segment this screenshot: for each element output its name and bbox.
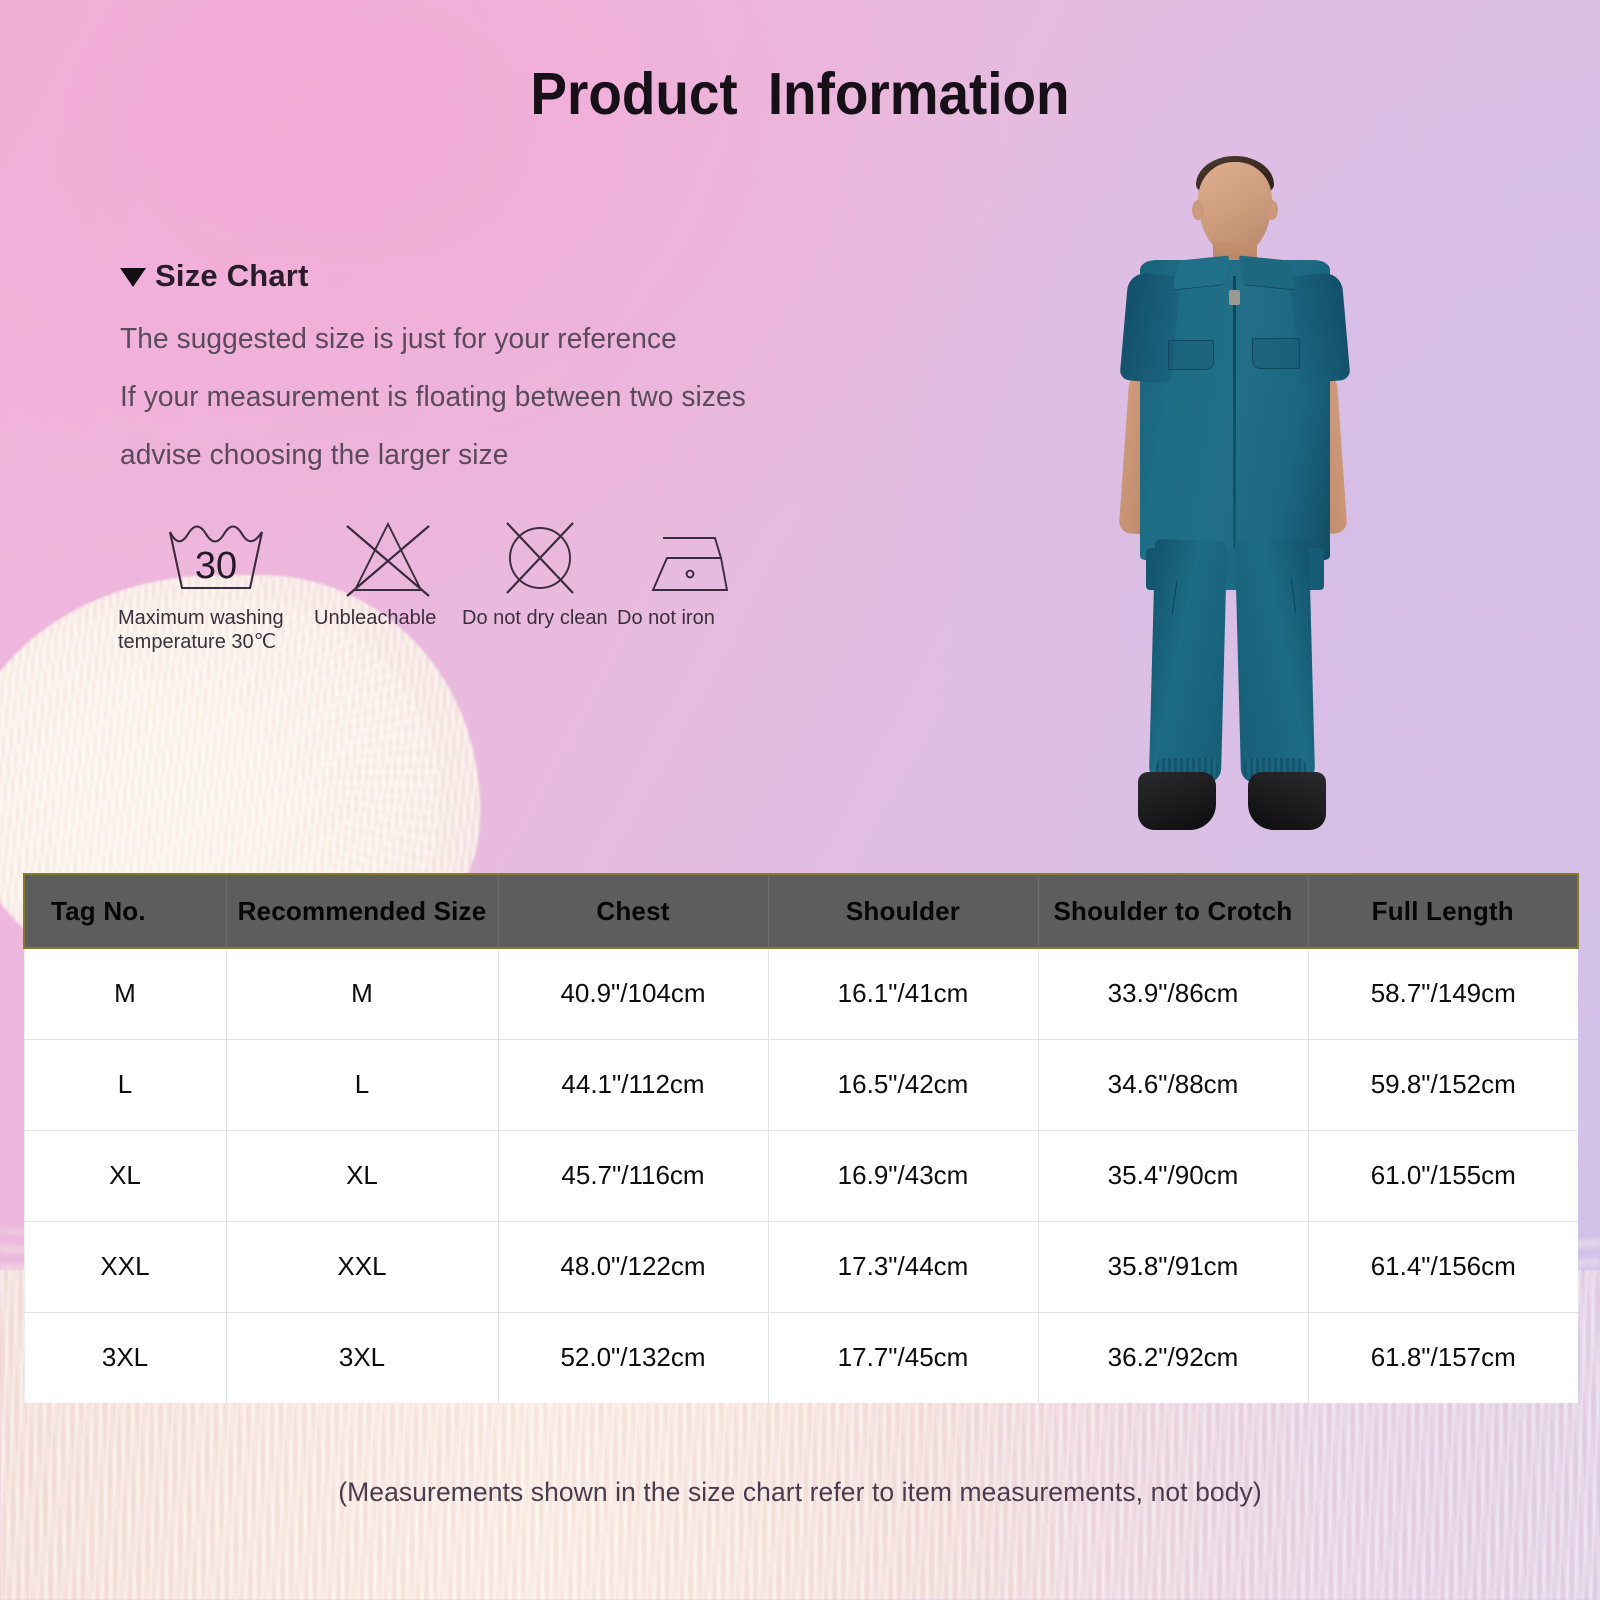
garment-chest-pocket-left (1168, 340, 1214, 370)
table-row: XL XL 45.7"/116cm 16.9"/43cm 35.4"/90cm … (23, 1130, 1578, 1222)
cell-tag-no: XXL (23, 1221, 227, 1313)
cell-shoulder: 16.5"/42cm (768, 1039, 1039, 1131)
garment-collar-right (1238, 255, 1296, 291)
cell-shoulder-to-crotch: 33.9"/86cm (1038, 948, 1309, 1040)
care-instructions-group: 30 Maximum washing temperature 30℃ Unble… (118, 508, 767, 655)
model-ear-left (1192, 200, 1204, 220)
care-item-bleach: Unbleachable (314, 508, 462, 630)
cell-shoulder-to-crotch: 35.8"/91cm (1038, 1221, 1309, 1313)
cell-recommended-size: M (226, 948, 499, 1040)
no-iron-icon (617, 508, 767, 600)
cell-full-length: 58.7"/149cm (1308, 948, 1578, 1040)
wash-temp-value: 30 (195, 545, 237, 587)
column-header-shoulder: Shoulder (768, 873, 1039, 949)
cell-recommended-size: L (226, 1039, 499, 1131)
table-row: L L 44.1"/112cm 16.5"/42cm 34.6"/88cm 59… (23, 1039, 1578, 1131)
no-bleach-icon (314, 508, 462, 600)
care-item-dryclean: Do not dry clean (462, 508, 617, 630)
size-note-2: If your measurement is floating between … (120, 381, 746, 413)
garment-collar-left (1172, 255, 1230, 291)
no-dry-clean-icon (462, 508, 617, 600)
care-label-bleach: Unbleachable (314, 607, 437, 629)
table-row: XXL XXL 48.0"/122cm 17.3"/44cm 35.8"/91c… (23, 1221, 1578, 1313)
model-ear-right (1266, 200, 1278, 220)
cell-tag-no: 3XL (23, 1312, 227, 1403)
size-chart-section: Size Chart The suggested size is just fo… (120, 258, 880, 472)
page-title: Product Information (530, 61, 1070, 127)
column-header-chest: Chest (498, 873, 769, 949)
cell-chest: 40.9"/104cm (498, 948, 769, 1040)
garment-zipper-pull (1229, 290, 1240, 305)
cell-recommended-size: XXL (226, 1221, 499, 1313)
product-model-image (1080, 150, 1390, 840)
care-label-iron: Do not iron (617, 607, 715, 629)
model-boot-left (1138, 772, 1216, 830)
garment-zipper (1233, 276, 1236, 560)
model-head (1198, 162, 1272, 254)
table-row: M M 40.9"/104cm 16.1"/41cm 33.9"/86cm 58… (23, 948, 1578, 1040)
size-note-1: The suggested size is just for your refe… (120, 323, 677, 355)
column-header-tag-no: Tag No. (23, 873, 227, 949)
cell-chest: 48.0"/122cm (498, 1221, 769, 1313)
cell-chest: 45.7"/116cm (498, 1130, 769, 1222)
size-chart-heading: Size Chart (120, 258, 880, 294)
cell-shoulder: 17.7"/45cm (768, 1312, 1039, 1403)
size-chart-heading-label: Size Chart (155, 258, 309, 293)
cell-tag-no: L (23, 1039, 227, 1131)
model-boot-right (1248, 772, 1326, 830)
garment-leg-right (1234, 539, 1316, 783)
care-label-dryclean: Do not dry clean (462, 607, 608, 629)
cell-shoulder: 16.9"/43cm (768, 1130, 1039, 1222)
garment-thigh-pocket-left (1171, 580, 1199, 618)
cell-shoulder-to-crotch: 34.6"/88cm (1038, 1039, 1309, 1131)
size-note-3: advise choosing the larger size (120, 439, 509, 471)
table-row: 3XL 3XL 52.0"/132cm 17.7"/45cm 36.2"/92c… (23, 1312, 1578, 1403)
cell-shoulder-to-crotch: 36.2"/92cm (1038, 1312, 1309, 1403)
garment-thigh-pocket-right (1269, 578, 1297, 616)
garment-chest-pocket-right (1252, 338, 1300, 369)
cell-full-length: 59.8"/152cm (1308, 1039, 1578, 1131)
triangle-down-icon (120, 268, 146, 287)
size-chart-table: Tag No. Recommended Size Chest Shoulder … (23, 873, 1579, 1403)
care-item-wash: 30 Maximum washing temperature 30℃ (118, 508, 314, 655)
cell-tag-no: M (23, 948, 227, 1040)
cell-chest: 52.0"/132cm (498, 1312, 769, 1403)
measurements-footnote: (Measurements shown in the size chart re… (338, 1477, 1262, 1507)
cell-recommended-size: XL (226, 1130, 499, 1222)
cell-chest: 44.1"/112cm (498, 1039, 769, 1131)
wash-30-icon: 30 (118, 508, 314, 600)
cell-shoulder: 16.1"/41cm (768, 948, 1039, 1040)
cell-full-length: 61.8"/157cm (1308, 1312, 1578, 1403)
cell-shoulder-to-crotch: 35.4"/90cm (1038, 1130, 1309, 1222)
column-header-recommended-size: Recommended Size (226, 873, 499, 949)
cell-recommended-size: 3XL (226, 1312, 499, 1403)
cell-shoulder: 17.3"/44cm (768, 1221, 1039, 1313)
garment-leg-left (1148, 539, 1228, 783)
care-label-wash: Maximum washing temperature 30℃ (118, 607, 284, 654)
cell-full-length: 61.4"/156cm (1308, 1221, 1578, 1313)
cell-full-length: 61.0"/155cm (1308, 1130, 1578, 1222)
cell-tag-no: XL (23, 1130, 227, 1222)
column-header-shoulder-to-crotch: Shoulder to Crotch (1038, 873, 1309, 949)
table-header-row: Tag No. Recommended Size Chest Shoulder … (23, 873, 1579, 949)
care-item-iron: Do not iron (617, 508, 767, 630)
column-header-full-length: Full Length (1308, 873, 1579, 949)
